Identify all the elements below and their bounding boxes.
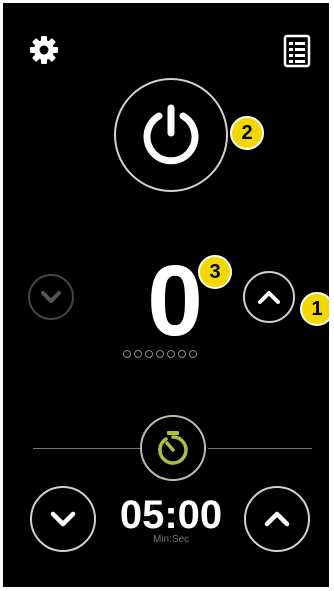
level-dot <box>123 350 131 358</box>
power-button[interactable] <box>114 78 228 192</box>
level-dot <box>189 350 197 358</box>
timer-value: 05:00 <box>119 493 223 537</box>
divider <box>33 448 141 449</box>
level-dot <box>156 350 164 358</box>
level-dot <box>178 350 186 358</box>
callout-badge-1: 1 <box>300 292 329 326</box>
gear-icon <box>30 36 58 64</box>
timer-unit-label: Min:Sec <box>152 534 190 545</box>
divider <box>208 448 312 449</box>
level-dot <box>167 350 175 358</box>
settings-button[interactable] <box>29 35 59 65</box>
app-screen: 2 0 3 1 05:00 Min:Sec <box>3 3 329 587</box>
chevron-up-icon <box>264 511 290 527</box>
power-icon <box>143 104 199 165</box>
chevron-down-icon <box>50 511 76 527</box>
timer-button[interactable] <box>140 415 206 481</box>
chevron-down-icon <box>41 291 61 303</box>
timer-up-button[interactable] <box>244 486 310 552</box>
chevron-up-icon <box>258 290 280 304</box>
level-dot <box>145 350 153 358</box>
callout-badge-2: 2 <box>230 116 264 150</box>
menu-button[interactable] <box>283 34 311 68</box>
timer-down-button[interactable] <box>30 486 96 552</box>
callout-badge-3: 3 <box>198 255 232 289</box>
list-icon <box>283 34 311 68</box>
level-down-button[interactable] <box>28 274 74 320</box>
timer-icon <box>158 431 188 465</box>
level-dot <box>134 350 142 358</box>
level-up-button[interactable] <box>243 271 295 323</box>
level-indicator-dots <box>123 350 223 362</box>
